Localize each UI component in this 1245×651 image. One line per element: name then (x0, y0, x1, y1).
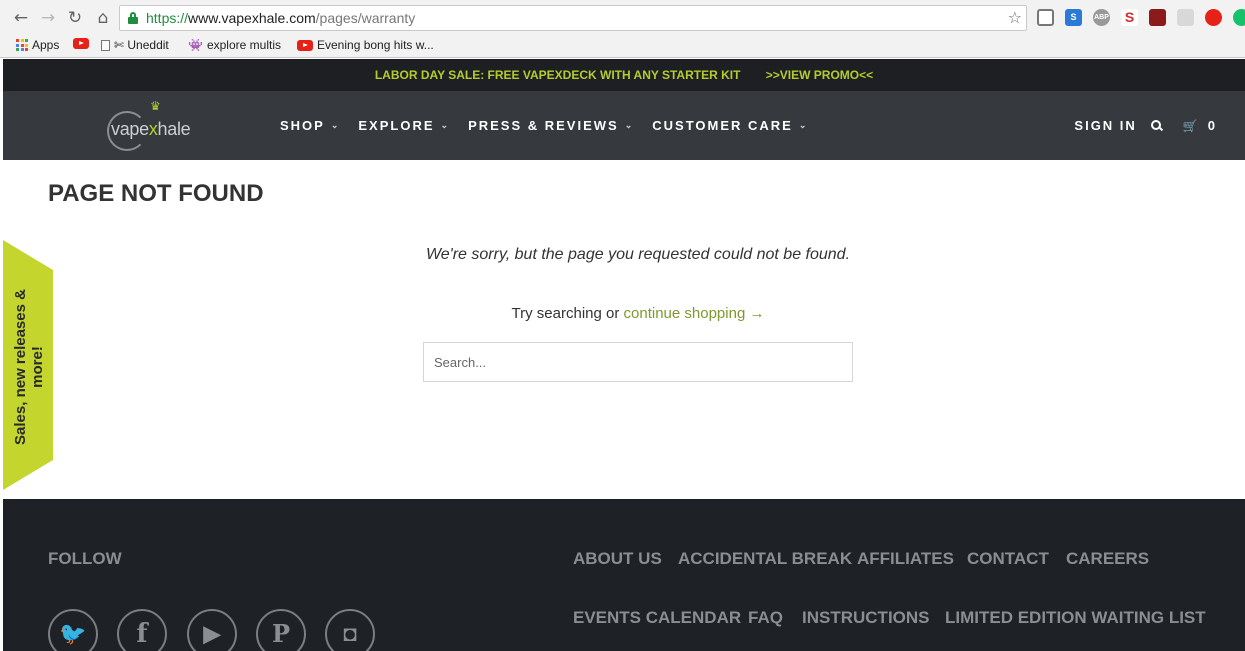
view-promo-link[interactable]: >>VIEW PROMO<< (766, 68, 873, 82)
lock-icon (128, 12, 138, 24)
footer-events-calendar[interactable]: EVENTS CALENDAR (573, 608, 741, 628)
footer-accidental-break[interactable]: ACCIDENTAL BREAK (678, 549, 852, 569)
try-searching-line: Try searching or continue shopping → (511, 305, 765, 322)
youtube-icon[interactable]: ▶ (187, 609, 237, 651)
chevron-down-icon: ⌄ (330, 120, 339, 130)
youtube-icon (297, 39, 313, 51)
nav-customer-care[interactable]: CUSTOMER CARE ⌄ (652, 118, 806, 133)
account-tools: SIGN IN 🛒 0 (1074, 91, 1217, 160)
bookmarks-bar: Apps ✄ Uneddit 👾 explore multis Evening … (0, 36, 1245, 58)
not-found-message: We're sorry, but the page you requested … (425, 246, 851, 263)
extension-s-icon[interactable]: S (1065, 9, 1082, 26)
extension-brush-icon[interactable] (1149, 9, 1166, 26)
page-icon (101, 39, 110, 51)
bookmark-apps[interactable]: Apps (16, 38, 59, 52)
follow-heading: FOLLOW (48, 549, 122, 568)
nav-shop[interactable]: SHOP ⌄ (280, 118, 338, 133)
footer-affiliates[interactable]: AFFILIATES (857, 549, 954, 569)
nav-press-reviews[interactable]: PRESS & REVIEWS ⌄ (468, 118, 632, 133)
cart-count[interactable]: 0 (1208, 118, 1217, 133)
footer: FOLLOW 🐦 f ▶ P ◘ ABOUT US ACCIDENTAL BRE… (3, 499, 1245, 651)
promo-bar: LABOR DAY SALE: FREE VAPEXDECK WITH ANY … (3, 59, 1245, 91)
sign-in-link[interactable]: SIGN IN (1074, 118, 1136, 133)
chevron-down-icon: ⌄ (440, 120, 449, 130)
footer-about-us[interactable]: ABOUT US (573, 549, 662, 569)
forward-icon[interactable]: → (38, 8, 58, 28)
chevron-down-icon: ⌄ (798, 120, 807, 130)
reload-icon[interactable]: ↻ (65, 8, 85, 28)
bookmark-uneddit[interactable]: ✄ Uneddit (101, 38, 169, 52)
extension-red-s-icon[interactable]: S (1121, 9, 1138, 26)
browser-toolbar: ← → ↻ ⌂ https://www.vapexhale.com/pages/… (0, 0, 1245, 36)
url-text: https://www.vapexhale.com/pages/warranty (146, 10, 416, 26)
twitter-icon[interactable]: 🐦 (48, 609, 98, 651)
crown-icon: ♛ (150, 99, 161, 113)
footer-limited-edition-waiting-list[interactable]: LIMITED EDITION WAITING LIST (945, 608, 1206, 628)
instagram-icon[interactable]: ◘ (325, 609, 375, 651)
cart-icon[interactable]: 🛒 (1183, 119, 1200, 133)
home-icon[interactable]: ⌂ (93, 8, 113, 28)
search-input[interactable] (423, 342, 853, 382)
page-title: PAGE NOT FOUND (48, 180, 264, 207)
facebook-icon[interactable]: f (117, 609, 167, 651)
footer-instructions[interactable]: INSTRUCTIONS (802, 608, 930, 628)
cast-icon[interactable] (1037, 9, 1054, 26)
site-logo[interactable]: ♛ vapexhale (107, 97, 202, 155)
continue-shopping-link[interactable]: continue shopping → (624, 305, 765, 322)
footer-faq[interactable]: FAQ (748, 608, 783, 628)
bookmark-youtube[interactable] (73, 38, 89, 49)
main-content: PAGE NOT FOUND We're sorry, but the page… (3, 160, 1245, 499)
footer-contact[interactable]: CONTACT (967, 549, 1049, 569)
extension-doc-icon[interactable] (1177, 9, 1194, 26)
extension-youtube-icon[interactable] (1205, 9, 1222, 26)
search-icon[interactable] (1150, 119, 1163, 132)
bookmark-explore-multis[interactable]: 👾 explore multis (188, 38, 281, 52)
back-icon[interactable]: ← (11, 8, 31, 28)
newsletter-side-tab[interactable]: Sales, new releases & more! (3, 240, 53, 490)
logo-wordmark: vapexhale (111, 119, 191, 139)
bookmark-star-icon[interactable]: ☆ (1008, 8, 1022, 27)
chevron-down-icon: ⌄ (624, 120, 633, 130)
nav-explore[interactable]: EXPLORE ⌄ (358, 118, 448, 133)
menu: SHOP ⌄ EXPLORE ⌄ PRESS & REVIEWS ⌄ CUSTOMER… (280, 91, 826, 160)
footer-careers[interactable]: CAREERS (1066, 549, 1149, 569)
bookmark-evening-bong-hits[interactable]: Evening bong hits w... (297, 38, 434, 52)
youtube-icon (73, 38, 89, 49)
adblock-icon[interactable]: ABP (1093, 9, 1110, 26)
reddit-icon: 👾 (188, 38, 203, 52)
pinterest-icon[interactable]: P (256, 609, 306, 651)
promo-text[interactable]: LABOR DAY SALE: FREE VAPEXDECK WITH ANY … (375, 68, 741, 82)
main-navigation: ♛ vapexhale SHOP ⌄ EXPLORE ⌄ PRESS & REVIE… (3, 91, 1245, 160)
apps-grid-icon (16, 39, 28, 51)
side-tab-label: Sales, new releases & more! (12, 289, 46, 445)
address-bar[interactable]: https://www.vapexhale.com/pages/warranty… (119, 5, 1027, 31)
extension-grammarly-icon[interactable] (1233, 9, 1245, 26)
